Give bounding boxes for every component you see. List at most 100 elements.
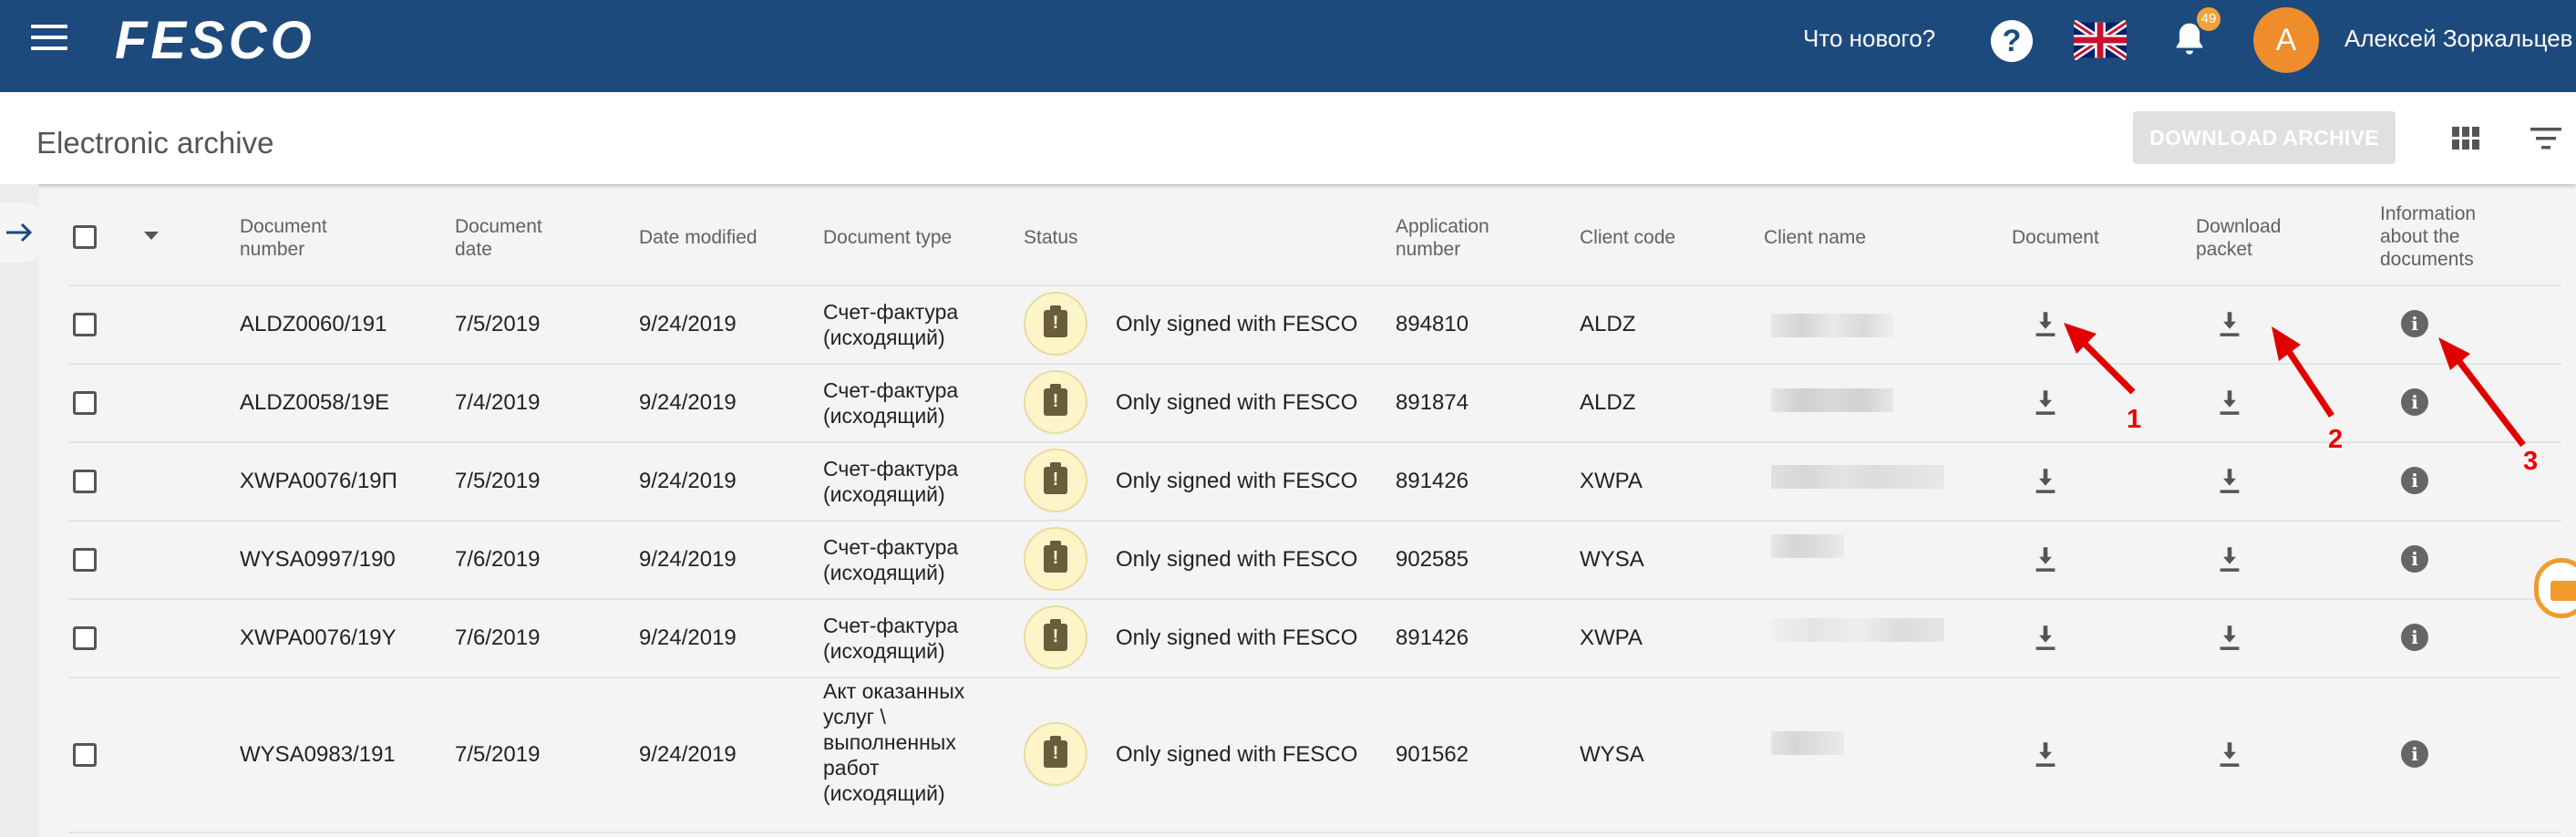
date-modified: 9/24/2019 [639,742,737,767]
col-doc-number[interactable]: Document number [240,215,358,261]
mail-icon [2550,581,2576,601]
info-icon[interactable]: i [2401,310,2428,337]
clipboard-alert-icon [1024,292,1087,356]
divider [69,677,2561,678]
fesco-logo[interactable]: FESCO [111,11,390,67]
col-client-name[interactable]: Client name [1764,226,1910,249]
doc-date: 7/6/2019 [455,547,541,572]
download-icon[interactable] [2217,467,2242,494]
download-icon[interactable] [2217,545,2242,573]
filter-icon[interactable] [2530,128,2561,150]
doc-type: Счет-фактура (исходящий) [823,535,959,584]
hamburger-menu-icon[interactable] [31,25,67,54]
divider [69,598,2561,600]
grid-view-icon[interactable] [2452,127,2479,150]
expand-sidebar-button[interactable] [0,202,51,263]
status-text: Only signed with FESCO [1116,625,1358,650]
client-name-redacted [1771,618,1944,642]
chat-widget-button[interactable] [2534,558,2576,618]
col-info[interactable]: Information about the documents [2380,202,2499,271]
download-icon[interactable] [2033,388,2058,416]
download-icon[interactable] [2217,388,2242,416]
client-name-redacted [1771,314,1893,337]
client-name-redacted [1771,731,1844,755]
download-icon[interactable] [2033,624,2058,651]
svg-text:FESCO: FESCO [115,11,315,67]
chevron-down-icon[interactable] [144,232,159,240]
notification-count-badge: 49 [2197,7,2221,31]
col-app-number[interactable]: Application number [1396,215,1514,261]
info-icon[interactable]: i [2401,467,2428,494]
row-checkbox[interactable] [73,470,97,493]
client-code: XWPA [1580,469,1643,493]
clipboard-alert-icon [1024,527,1087,591]
app-number: 891426 [1396,469,1469,493]
row-checkbox[interactable] [73,391,97,415]
date-modified: 9/24/2019 [639,547,737,572]
col-date-modified[interactable]: Date modified [639,226,821,249]
status-text: Only signed with FESCO [1116,469,1358,493]
help-icon[interactable]: ? [1991,20,2033,62]
col-doc-type[interactable]: Document type [823,226,1005,249]
doc-date: 7/6/2019 [455,625,541,650]
doc-type: Счет-фактура (исходящий) [823,300,959,349]
status-text: Only signed with FESCO [1116,312,1358,336]
client-code: WYSA [1580,742,1644,767]
download-icon[interactable] [2217,740,2242,768]
download-icon[interactable] [2033,467,2058,494]
clipboard-alert-icon [1024,449,1087,512]
col-client-code[interactable]: Client code [1580,226,1726,249]
doc-number: WYSA0983/191 [240,742,396,767]
clipboard-alert-icon [1024,605,1087,669]
page-toolbar: Electronic archive DOWNLOAD ARCHIVE [0,92,2576,184]
date-modified: 9/24/2019 [639,625,737,650]
annotation-label: 3 [2523,447,2539,476]
top-bar: FESCO Что нового? ? 49 А Алексей Зоркаль… [0,0,2576,92]
client-name-redacted [1771,465,1944,489]
info-icon[interactable]: i [2401,624,2428,651]
doc-type: Акт оказанных услуг \ выполненных работ … [823,679,965,805]
col-status[interactable]: Status [1024,226,1133,249]
info-icon[interactable]: i [2401,545,2428,573]
select-all-checkbox[interactable] [73,225,97,249]
download-icon[interactable] [2033,545,2058,573]
doc-type: Счет-фактура (исходящий) [823,614,959,663]
doc-number: XWPA0076/19Y [240,625,397,650]
app-number: 902585 [1396,547,1469,572]
info-icon[interactable]: i [2401,388,2428,416]
divider [69,284,2561,286]
row-checkbox[interactable] [73,743,97,767]
info-icon[interactable]: i [2401,740,2428,768]
divider [69,363,2561,365]
client-code: XWPA [1580,625,1643,650]
download-archive-button[interactable]: DOWNLOAD ARCHIVE [2133,111,2396,164]
avatar[interactable]: А [2253,7,2319,73]
download-icon[interactable] [2217,624,2242,651]
doc-date: 7/5/2019 [455,742,541,767]
user-name[interactable]: Алексей Зоркальцев [2344,25,2572,53]
status-text: Only signed with FESCO [1116,547,1358,572]
row-checkbox[interactable] [73,626,97,650]
row-checkbox[interactable] [73,548,97,572]
doc-number: WYSA0997/190 [240,547,396,572]
uk-flag-icon[interactable] [2074,20,2127,60]
doc-number: ALDZ0058/19E [240,390,390,415]
download-icon[interactable] [2033,310,2058,337]
col-doc-date[interactable]: Document date [455,215,555,261]
row-checkbox[interactable] [73,313,97,336]
whats-new-link[interactable]: Что нового? [1803,25,1935,53]
download-icon[interactable] [2217,310,2242,337]
annotation-label: 2 [2328,425,2344,454]
doc-type: Счет-фактура (исходящий) [823,457,959,506]
download-icon[interactable] [2033,740,2058,768]
doc-number: XWPA0076/19П [240,469,397,493]
col-download-packet[interactable]: Download packet [2196,215,2305,261]
client-name-redacted [1771,534,1844,558]
col-document[interactable]: Document [2012,226,2139,249]
app-number: 891426 [1396,625,1469,650]
date-modified: 9/24/2019 [639,312,737,336]
app-number: 901562 [1396,742,1469,767]
client-code: WYSA [1580,547,1644,572]
app-number: 891874 [1396,390,1469,415]
client-code: ALDZ [1580,312,1636,336]
